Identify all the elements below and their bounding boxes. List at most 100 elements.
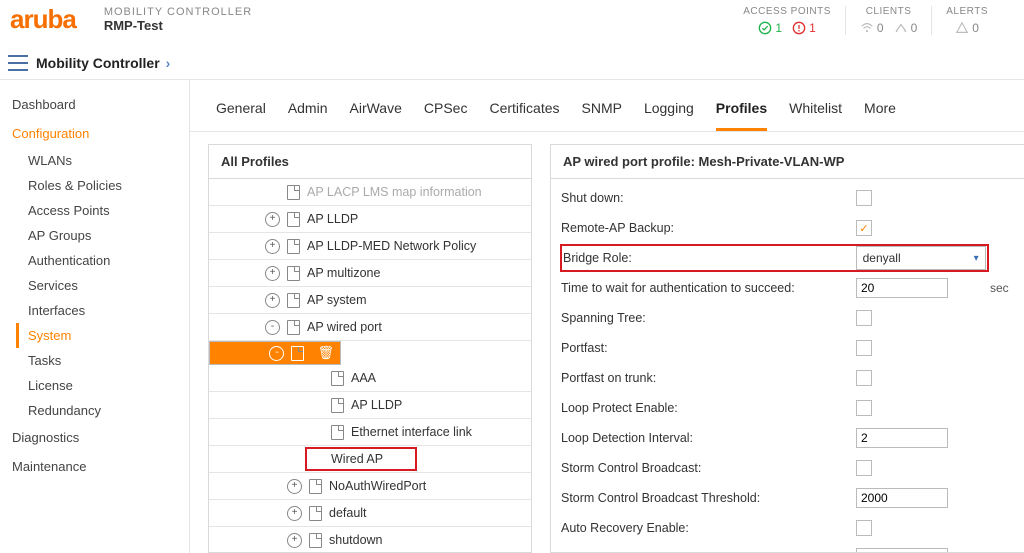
tree-row-label: shutdown <box>329 533 523 547</box>
expand-icon[interactable]: + <box>265 212 280 227</box>
sidebar-item-system[interactable]: System <box>16 323 189 348</box>
sidebar-item-configuration[interactable]: Configuration <box>0 119 189 148</box>
tree-row-ethernet-interface-link[interactable]: Ethernet interface link <box>209 419 531 446</box>
tab-whitelist[interactable]: Whitelist <box>789 94 842 131</box>
document-icon <box>287 320 300 335</box>
sidebar-item-maintenance[interactable]: Maintenance <box>0 452 189 481</box>
status-clients-label: CLIENTS <box>866 6 912 17</box>
sidebar-item-tasks[interactable]: Tasks <box>0 348 189 373</box>
tree-row-wired-ap[interactable]: Wired AP <box>209 446 531 473</box>
chevron-right-icon: › <box>166 55 171 71</box>
panel-profile-detail: AP wired port profile: Mesh-Private-VLAN… <box>550 144 1024 553</box>
tree-row-ap-lacp-lms-map-information[interactable]: AP LACP LMS map information <box>209 179 531 206</box>
tree-row-ap-system[interactable]: +AP system <box>209 287 531 314</box>
text-input[interactable] <box>856 548 948 552</box>
expand-icon[interactable]: + <box>287 479 302 494</box>
tree-row-label: default <box>329 506 523 520</box>
delete-icon[interactable]: 🗑 <box>317 345 334 361</box>
form-label: Spanning Tree: <box>561 311 856 325</box>
text-input[interactable] <box>856 488 948 508</box>
select-dropdown[interactable]: denyall▾ <box>856 246 986 270</box>
status-alerts[interactable]: ALERTS 0 <box>931 6 1002 35</box>
checkbox[interactable] <box>856 400 872 416</box>
controller-title: MOBILITY CONTROLLER RMP-Test <box>104 6 252 33</box>
sidebar-item-roles-policies[interactable]: Roles & Policies <box>0 173 189 198</box>
expand-icon[interactable]: + <box>265 239 280 254</box>
expand-icon[interactable]: + <box>287 506 302 521</box>
tree-row-ap-lldp-med-network-policy[interactable]: +AP LLDP-MED Network Policy <box>209 233 531 260</box>
document-icon <box>287 266 300 281</box>
tree-row-label: Wired AP <box>331 452 523 466</box>
status-clients[interactable]: CLIENTS 0 0 <box>845 6 931 35</box>
form-label: Shut down: <box>561 191 856 205</box>
document-icon <box>331 371 344 386</box>
tab-general[interactable]: General <box>216 94 266 131</box>
sidebar-item-authentication[interactable]: Authentication <box>0 248 189 273</box>
document-icon <box>331 425 344 440</box>
clients-wifi-count: 0 <box>877 21 884 35</box>
tree-row-noauthwiredport[interactable]: +NoAuthWiredPort <box>209 473 531 500</box>
status-access-points[interactable]: ACCESS POINTS 1 1 <box>729 6 845 35</box>
select-value: denyall <box>863 251 901 265</box>
expand-icon[interactable]: + <box>265 293 280 308</box>
tab-profiles[interactable]: Profiles <box>716 94 767 131</box>
form-row: Time to wait for authentication to succe… <box>561 273 1014 303</box>
checkbox[interactable] <box>856 520 872 536</box>
form-row: Auto Recovery Enable: <box>561 513 1014 543</box>
checkbox[interactable] <box>856 310 872 326</box>
sidebar-item-interfaces[interactable]: Interfaces <box>0 298 189 323</box>
form-label: Auto Recovery Enable: <box>561 521 856 535</box>
tree-row-shutdown[interactable]: + shutdown <box>209 527 531 552</box>
form-label: Remote-AP Backup: <box>561 221 856 235</box>
expand-icon[interactable]: + <box>287 533 302 548</box>
sidebar-item-wlans[interactable]: WLANs <box>0 148 189 173</box>
breadcrumb[interactable]: Mobility Controller › <box>36 55 170 71</box>
tree-row-ap-wired-port[interactable]: -AP wired port <box>209 314 531 341</box>
menu-toggle-icon[interactable] <box>8 55 28 71</box>
sidebar-item-diagnostics[interactable]: Diagnostics <box>0 423 189 452</box>
status-alerts-label: ALERTS <box>946 6 988 17</box>
form-row: Auto Recovery Interval: <box>561 543 1014 552</box>
sidebar-item-access-points[interactable]: Access Points <box>0 198 189 223</box>
checkbox[interactable] <box>856 340 872 356</box>
collapse-icon[interactable]: - <box>269 346 284 361</box>
expand-icon[interactable]: + <box>265 266 280 281</box>
tab-admin[interactable]: Admin <box>288 94 328 131</box>
collapse-icon[interactable]: - <box>265 320 280 335</box>
checkbox[interactable] <box>856 190 872 206</box>
sidebar-item-dashboard[interactable]: Dashboard <box>0 90 189 119</box>
tab-snmp[interactable]: SNMP <box>582 94 622 131</box>
sidebar-item-ap-groups[interactable]: AP Groups <box>0 223 189 248</box>
tab-certificates[interactable]: Certificates <box>489 94 559 131</box>
panel-profile-detail-title: AP wired port profile: Mesh-Private-VLAN… <box>551 145 1024 179</box>
brand-logo: aruba <box>10 4 76 34</box>
document-icon <box>291 346 304 361</box>
tab-more[interactable]: More <box>864 94 896 131</box>
tree-row-default[interactable]: + default <box>209 500 531 527</box>
tree-row-aaa[interactable]: AAA <box>209 365 531 392</box>
text-input[interactable] <box>856 278 948 298</box>
sidebar-item-services[interactable]: Services <box>0 273 189 298</box>
sidebar: DashboardConfigurationWLANsRoles & Polic… <box>0 80 190 553</box>
tab-cpsec[interactable]: CPSec <box>424 94 468 131</box>
wifi-icon <box>860 21 874 35</box>
tab-airwave[interactable]: AirWave <box>350 94 402 131</box>
check-circle-icon <box>758 21 772 35</box>
tree-row-ap-lldp[interactable]: AP LLDP <box>209 392 531 419</box>
checkbox[interactable] <box>856 370 872 386</box>
form-row: Spanning Tree: <box>561 303 1014 333</box>
tree-row-ap-lldp[interactable]: +AP LLDP <box>209 206 531 233</box>
checkbox[interactable]: ✓ <box>856 220 872 236</box>
form-control <box>856 488 986 508</box>
sidebar-item-license[interactable]: License <box>0 373 189 398</box>
tab-logging[interactable]: Logging <box>644 94 694 131</box>
form-control <box>856 310 986 326</box>
text-input[interactable] <box>856 428 948 448</box>
tree-row-mesh-private-vlan-wp[interactable]: -Mesh-Private-VLAN-WP🗑 <box>209 341 341 365</box>
checkbox[interactable] <box>856 460 872 476</box>
tree-row-ap-multizone[interactable]: +AP multizone <box>209 260 531 287</box>
sidebar-item-redundancy[interactable]: Redundancy <box>0 398 189 423</box>
tree-row-label: AP LLDP <box>351 398 523 412</box>
document-icon <box>309 479 322 494</box>
warning-icon <box>955 21 969 35</box>
